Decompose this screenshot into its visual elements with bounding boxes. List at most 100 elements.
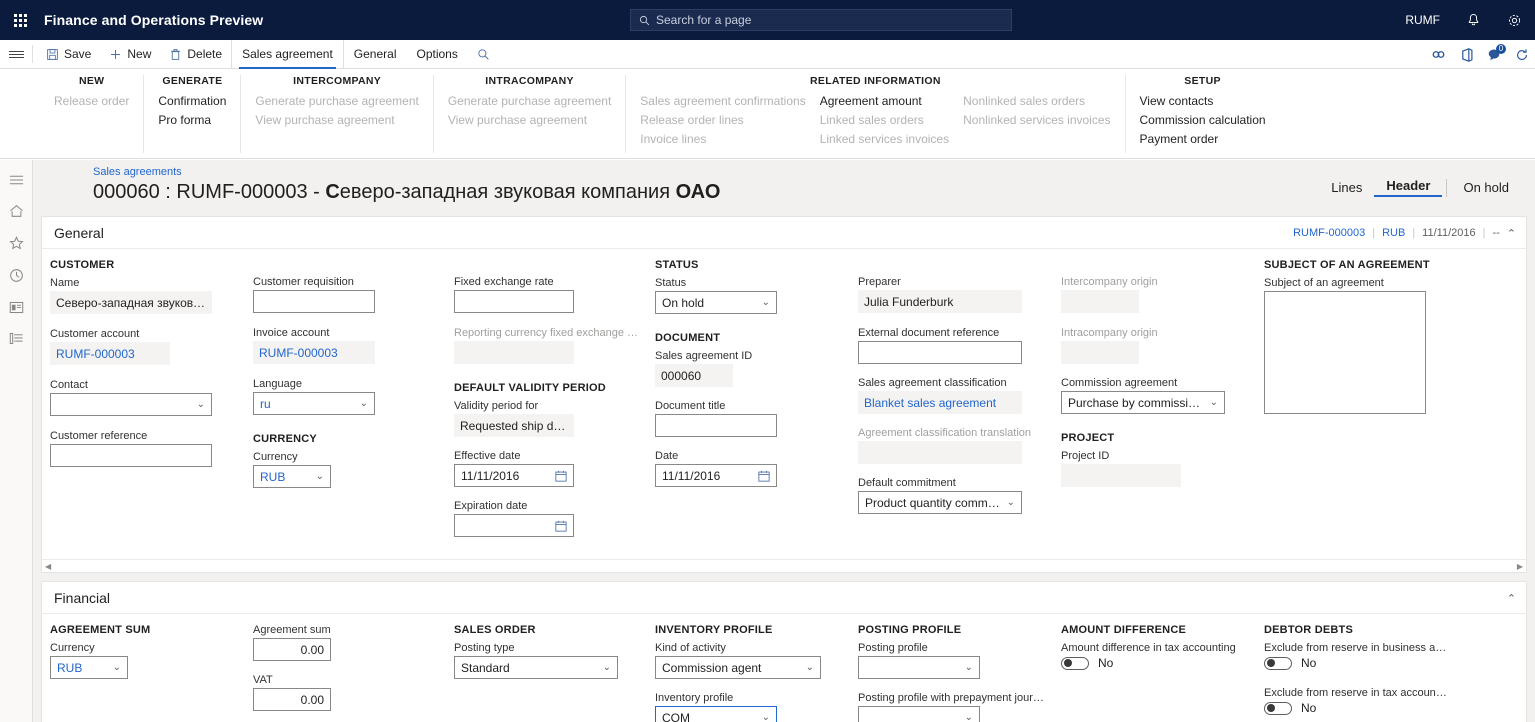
financial-currency-combobox[interactable]: RUB ⌄	[50, 656, 128, 679]
new-button[interactable]: New	[100, 40, 160, 68]
ribbon-group-title: INTERCOMPANY	[293, 75, 382, 87]
ribbon-item-pro-forma[interactable]: Pro forma	[158, 112, 226, 128]
ribbon-item-linked-services-invoices: Linked services invoices	[819, 132, 950, 146]
summary-sep-1: |	[1372, 227, 1376, 239]
find-icon[interactable]	[468, 40, 499, 68]
validity-period-for-input[interactable]: Requested ship date	[454, 414, 574, 437]
command-bar: Save New Delete Sales agreement General …	[0, 40, 1535, 69]
document-title-input[interactable]	[655, 414, 777, 437]
customer-name-input[interactable]: Северо-западная звуковая ко...	[50, 291, 212, 314]
subject-of-agreement-textarea[interactable]	[1264, 291, 1426, 414]
ribbon-item-commission-calculation[interactable]: Commission calculation	[1140, 112, 1266, 128]
top-navigation-bar: Finance and Operations Preview Search fo…	[0, 0, 1535, 40]
origin-column: Intercompany origin Intracompany origin …	[1053, 259, 1256, 545]
exclude-tax-toggle-row: No	[1264, 701, 1448, 715]
financial-fasttab-header[interactable]: Financial ⌃	[42, 582, 1526, 614]
sales-agreement-classification-input[interactable]: Blanket sales agreement	[858, 391, 1022, 414]
status-combobox[interactable]: On hold ⌄	[655, 291, 777, 314]
calendar-icon[interactable]	[758, 470, 770, 482]
global-search-box[interactable]: Search for a page	[630, 9, 1012, 31]
expiration-date-input[interactable]	[454, 514, 574, 537]
kind-of-activity-combobox[interactable]: Commission agent ⌄	[655, 656, 821, 679]
chevron-up-icon[interactable]: ⌃	[1507, 227, 1516, 240]
calendar-icon[interactable]	[555, 520, 567, 532]
reporting-exchange-rate-field: Reporting currency fixed exchange rate	[454, 327, 639, 364]
nav-menu-icon[interactable]	[9, 174, 24, 186]
exclude-tax-value: No	[1301, 701, 1317, 715]
tab-general-label: General	[353, 47, 397, 61]
language-combobox[interactable]: ru ⌄	[253, 392, 375, 415]
customer-account-input[interactable]: RUMF-000003	[50, 342, 170, 365]
project-id-input[interactable]	[1061, 464, 1181, 487]
link-icon[interactable]	[1431, 49, 1446, 60]
tab-options[interactable]: Options	[407, 40, 468, 68]
chevron-up-icon[interactable]: ⌃	[1507, 592, 1516, 605]
gear-icon[interactable]	[1494, 0, 1535, 40]
tab-general[interactable]: General	[344, 40, 407, 68]
customer-requisition-input[interactable]	[253, 290, 375, 313]
save-button[interactable]: Save	[37, 40, 100, 68]
office-app-icon[interactable]	[1460, 47, 1473, 62]
app-launcher-icon[interactable]	[0, 0, 40, 40]
effective-date-input[interactable]: 11/11/2016	[454, 464, 574, 487]
general-fasttab-header[interactable]: General RUMF-000003 | RUB | 11/11/2016 |…	[42, 217, 1526, 249]
ribbon-item-nonlinked-sales-orders: Nonlinked sales orders	[963, 94, 1086, 108]
commission-agreement-combobox[interactable]: Purchase by commissioner ⌄	[1061, 391, 1225, 414]
scroll-left-icon[interactable]: ◀	[45, 562, 51, 571]
language-field: Language ru ⌄	[253, 378, 438, 415]
contact-combobox[interactable]: ⌄	[50, 393, 212, 416]
preparer-input[interactable]: Julia Funderburk	[858, 290, 1022, 313]
modules-list-icon[interactable]	[9, 332, 24, 345]
lines-view-link[interactable]: Lines	[1319, 180, 1374, 195]
header-view-link[interactable]: Header	[1374, 178, 1443, 197]
external-document-reference-input[interactable]	[858, 341, 1022, 364]
sales-agreement-id-field: Sales agreement ID 000060	[655, 350, 842, 387]
feedback-icon[interactable]: 0	[1487, 43, 1506, 62]
hamburger-icon[interactable]	[0, 40, 32, 68]
ribbon-column: Sales agreement confirmations Release ord…	[640, 93, 805, 147]
summary-account[interactable]: RUMF-000003	[1293, 227, 1365, 239]
page-header: Sales agreements 000060 : RUMF-000003 - …	[33, 160, 1535, 216]
financial-fasttab-summary: ⌃	[1507, 582, 1516, 614]
customer-account-field: Customer account RUMF-000003	[50, 328, 237, 365]
favorites-star-icon[interactable]	[8, 236, 24, 250]
posting-type-combobox[interactable]: Standard ⌄	[454, 656, 618, 679]
amount-difference-tax-toggle[interactable]	[1061, 656, 1089, 670]
home-icon[interactable]	[9, 204, 24, 218]
refresh-icon[interactable]	[1515, 48, 1529, 62]
ribbon-item-sales-agreement-confirmations: Sales agreement confirmations	[640, 94, 806, 108]
calendar-icon[interactable]	[555, 470, 567, 482]
delete-button[interactable]: Delete	[160, 40, 231, 68]
invoice-account-input[interactable]: RUMF-000003	[253, 341, 375, 364]
default-commitment-combobox[interactable]: Product quantity commitment ⌄	[858, 491, 1022, 514]
ribbon-item-view-contacts[interactable]: View contacts	[1140, 93, 1266, 109]
ribbon-item-agreement-amount[interactable]: Agreement amount	[820, 93, 949, 109]
exclude-tax-toggle[interactable]	[1264, 701, 1292, 715]
inventory-profile-combobox[interactable]: COM ⌄	[655, 706, 777, 722]
ribbon-item-payment-order[interactable]: Payment order	[1140, 131, 1266, 147]
currency-combobox[interactable]: RUB ⌄	[253, 465, 331, 488]
vat-input[interactable]: 0.00	[253, 688, 331, 711]
date-input[interactable]: 11/11/2016	[655, 464, 777, 487]
posting-profile-prepayment-combobox[interactable]: ⌄	[858, 706, 980, 722]
invoice-account-label: Invoice account	[253, 327, 330, 339]
general-horizontal-scrollbar[interactable]: ◀ ▶	[42, 559, 1526, 572]
recent-clock-icon[interactable]	[9, 268, 24, 283]
company-selector[interactable]: RUMF	[1392, 0, 1453, 40]
breadcrumb[interactable]: Sales agreements	[93, 166, 1535, 178]
customer-reference-input[interactable]	[50, 444, 212, 467]
customer-name-label: Name	[50, 277, 80, 289]
tab-sales-agreement[interactable]: Sales agreement	[231, 40, 344, 69]
scroll-right-icon[interactable]: ▶	[1517, 562, 1523, 571]
ribbon-item-confirmation[interactable]: Confirmation	[158, 93, 226, 109]
fixed-exchange-rate-input[interactable]	[454, 290, 574, 313]
agreement-sum-input[interactable]: 0.00	[253, 638, 331, 661]
summary-currency[interactable]: RUB	[1382, 227, 1405, 239]
ribbon-column: Generate purchase agreement View purchase…	[448, 93, 611, 128]
posting-profile-combobox[interactable]: ⌄	[858, 656, 980, 679]
workspaces-icon[interactable]	[9, 301, 24, 314]
main-content: Sales agreements 000060 : RUMF-000003 - …	[33, 160, 1535, 722]
sales-agreement-id-input[interactable]: 000060	[655, 364, 733, 387]
bell-icon[interactable]	[1453, 0, 1494, 40]
exclude-business-toggle[interactable]	[1264, 656, 1292, 670]
